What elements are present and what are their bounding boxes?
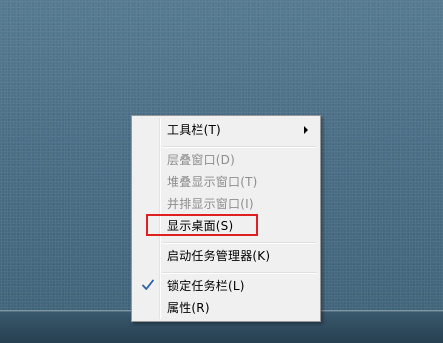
menu-item-toolbars[interactable]: 工具栏(T): [134, 119, 318, 141]
chevron-right-icon: [304, 126, 308, 134]
menu-item-label: 锁定任务栏(L): [167, 279, 245, 293]
menu-item-cascade-windows: 层叠窗口(D): [134, 149, 318, 171]
menu-item-label: 启动任务管理器(K): [167, 249, 271, 263]
menu-item-side-by-side-windows: 并排显示窗口(I): [134, 193, 318, 215]
menu-item-label: 显示桌面(S): [167, 219, 234, 233]
menu-separator: [162, 242, 317, 244]
menu-separator: [162, 272, 317, 274]
menu-item-label: 堆叠显示窗口(T): [167, 175, 258, 189]
check-icon: [142, 279, 154, 290]
menu-separator: [162, 146, 317, 148]
menu-item-label: 并排显示窗口(I): [167, 197, 254, 211]
menu-item-label: 层叠窗口(D): [167, 153, 236, 167]
menu-item-show-desktop[interactable]: 显示桌面(S): [134, 215, 318, 237]
menu-item-lock-taskbar[interactable]: 锁定任务栏(L): [134, 275, 318, 297]
menu-item-stack-windows: 堆叠显示窗口(T): [134, 171, 318, 193]
taskbar-context-menu: 工具栏(T) 层叠窗口(D) 堆叠显示窗口(T) 并排显示窗口(I) 显示桌面(…: [131, 115, 321, 322]
menu-item-label: 属性(R): [167, 301, 210, 315]
menu-item-start-task-manager[interactable]: 启动任务管理器(K): [134, 245, 318, 267]
menu-item-label: 工具栏(T): [167, 123, 221, 137]
menu-item-properties[interactable]: 属性(R): [134, 297, 318, 319]
